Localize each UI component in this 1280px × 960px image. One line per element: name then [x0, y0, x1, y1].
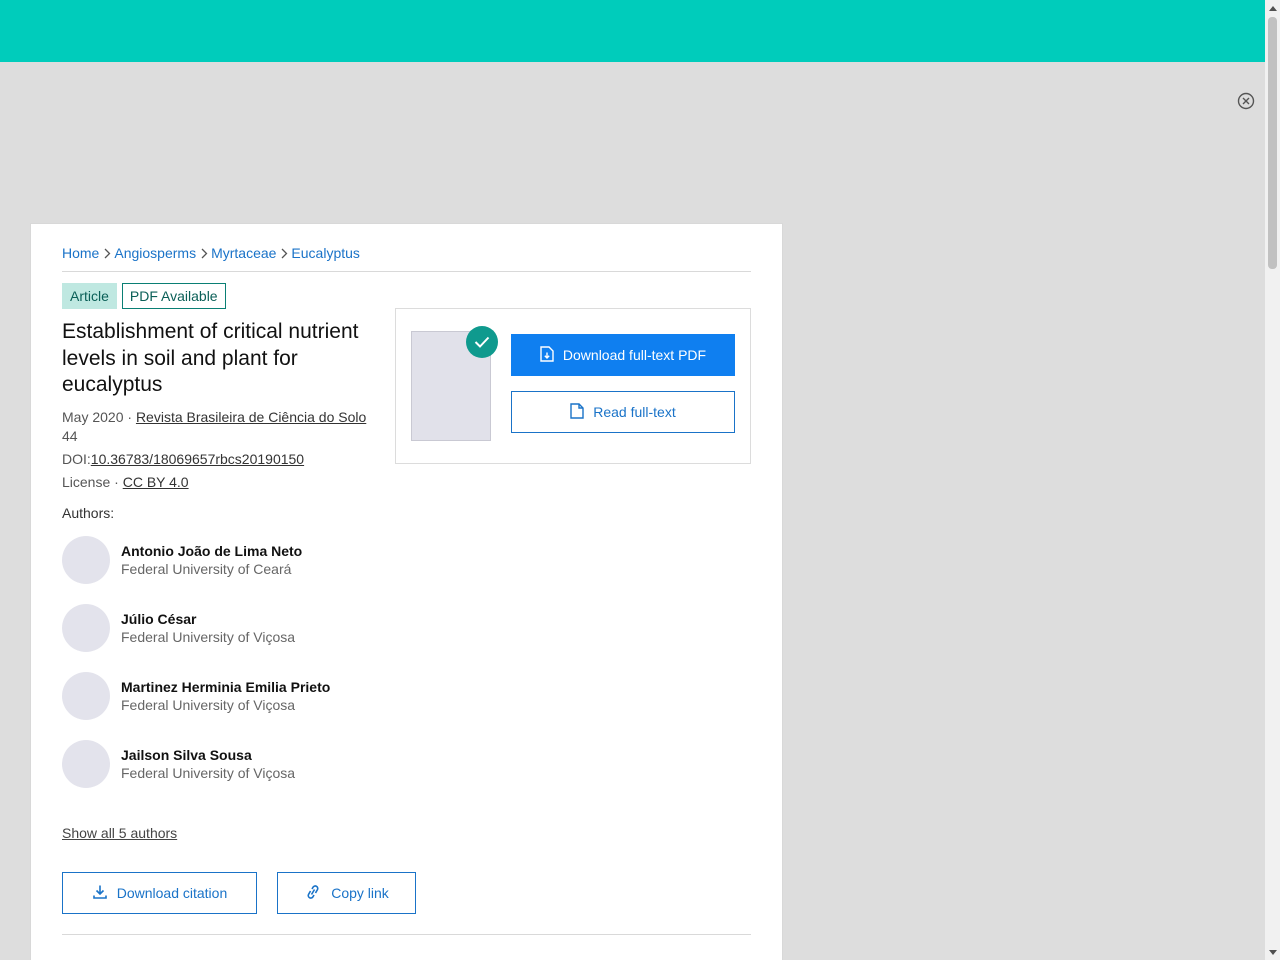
download-pdf-label: Download full-text PDF [562, 347, 707, 363]
author-name[interactable]: Jailson Silva Sousa [121, 747, 252, 763]
author-name[interactable]: Martinez Herminia Emilia Prieto [121, 679, 330, 695]
section-divider [62, 934, 751, 935]
journal-volume: 44 [62, 428, 78, 444]
doi-link[interactable]: 10.36783/18069657rbcs20190150 [91, 451, 304, 467]
chevron-right-icon [104, 248, 111, 259]
author-item[interactable]: Júlio César Federal University of Viçosa [62, 604, 382, 652]
link-icon [304, 884, 322, 903]
author-item[interactable]: Martinez Herminia Emilia Prieto Federal … [62, 672, 382, 720]
author-name[interactable]: Antonio João de Lima Neto [121, 543, 302, 559]
breadcrumb: Home Angiosperms Myrtaceae Eucalyptus [62, 244, 360, 262]
site-header-bar [0, 0, 1265, 62]
doi-row: DOI:10.36783/18069657rbcs20190150 [62, 451, 304, 467]
breadcrumb-home[interactable]: Home [62, 245, 99, 261]
show-all-authors-link[interactable]: Show all 5 authors [62, 825, 177, 841]
check-icon [466, 326, 498, 358]
author-institution: Federal University of Viçosa [121, 629, 296, 645]
avatar[interactable] [62, 672, 110, 720]
copy-link-button[interactable]: Copy link [277, 872, 416, 914]
chevron-right-icon [281, 248, 288, 259]
read-fulltext-button[interactable]: Read full-text [511, 391, 735, 433]
fulltext-panel: Download full-text PDF Read full-text [395, 308, 751, 464]
scroll-up-arrow-icon[interactable] [1265, 0, 1280, 15]
license-row: License · CC BY 4.0 [62, 474, 189, 490]
avatar[interactable] [62, 604, 110, 652]
download-citation-button[interactable]: Download citation [62, 872, 257, 914]
download-citation-label: Download citation [116, 885, 228, 901]
license-link[interactable]: CC BY 4.0 [123, 474, 189, 490]
avatar[interactable] [62, 740, 110, 788]
journal-link[interactable]: Revista Brasileira de Ciência do Solo [136, 409, 366, 425]
page-scrollbar[interactable] [1265, 0, 1280, 960]
download-icon [92, 884, 108, 903]
scroll-down-arrow-icon[interactable] [1265, 945, 1280, 960]
article-type-badge: Article [62, 283, 117, 309]
publication-info: May 2020 · Revista Brasileira de Ciência… [62, 409, 366, 425]
publication-badges: Article PDF Available [62, 283, 226, 309]
author-item[interactable]: Jailson Silva Sousa Federal University o… [62, 740, 382, 788]
copy-link-label: Copy link [331, 885, 389, 901]
download-fulltext-pdf-button[interactable]: Download full-text PDF [511, 334, 735, 376]
read-fulltext-label: Read full-text [593, 404, 676, 420]
breadcrumb-angiosperms[interactable]: Angiosperms [114, 245, 196, 261]
close-ad-icon[interactable] [1237, 92, 1255, 110]
author-institution: Federal University of Viçosa [121, 697, 296, 713]
author-institution: Federal University of Viçosa [121, 765, 296, 781]
meta-separator: · [123, 409, 136, 425]
scrollbar-thumb[interactable] [1268, 17, 1277, 269]
doi-label: DOI: [62, 451, 91, 467]
author-institution: Federal University of Ceará [121, 561, 292, 577]
author-name[interactable]: Júlio César [121, 611, 196, 627]
publication-date: May 2020 [62, 409, 124, 425]
file-download-icon [540, 345, 554, 365]
publication-card: Home Angiosperms Myrtaceae Eucalyptus Ar… [30, 223, 783, 960]
chevron-right-icon [201, 248, 208, 259]
license-label: License · [62, 474, 123, 490]
breadcrumb-eucalyptus[interactable]: Eucalyptus [291, 245, 359, 261]
avatar[interactable] [62, 536, 110, 584]
authors-heading: Authors: [62, 505, 115, 521]
article-title: Establishment of critical nutrient level… [62, 320, 359, 396]
pdf-available-badge: PDF Available [121, 283, 226, 309]
breadcrumb-divider [62, 271, 751, 272]
breadcrumb-myrtaceae[interactable]: Myrtaceae [211, 245, 276, 261]
file-icon [570, 402, 584, 422]
author-item[interactable]: Antonio João de Lima Neto Federal Univer… [62, 536, 382, 584]
